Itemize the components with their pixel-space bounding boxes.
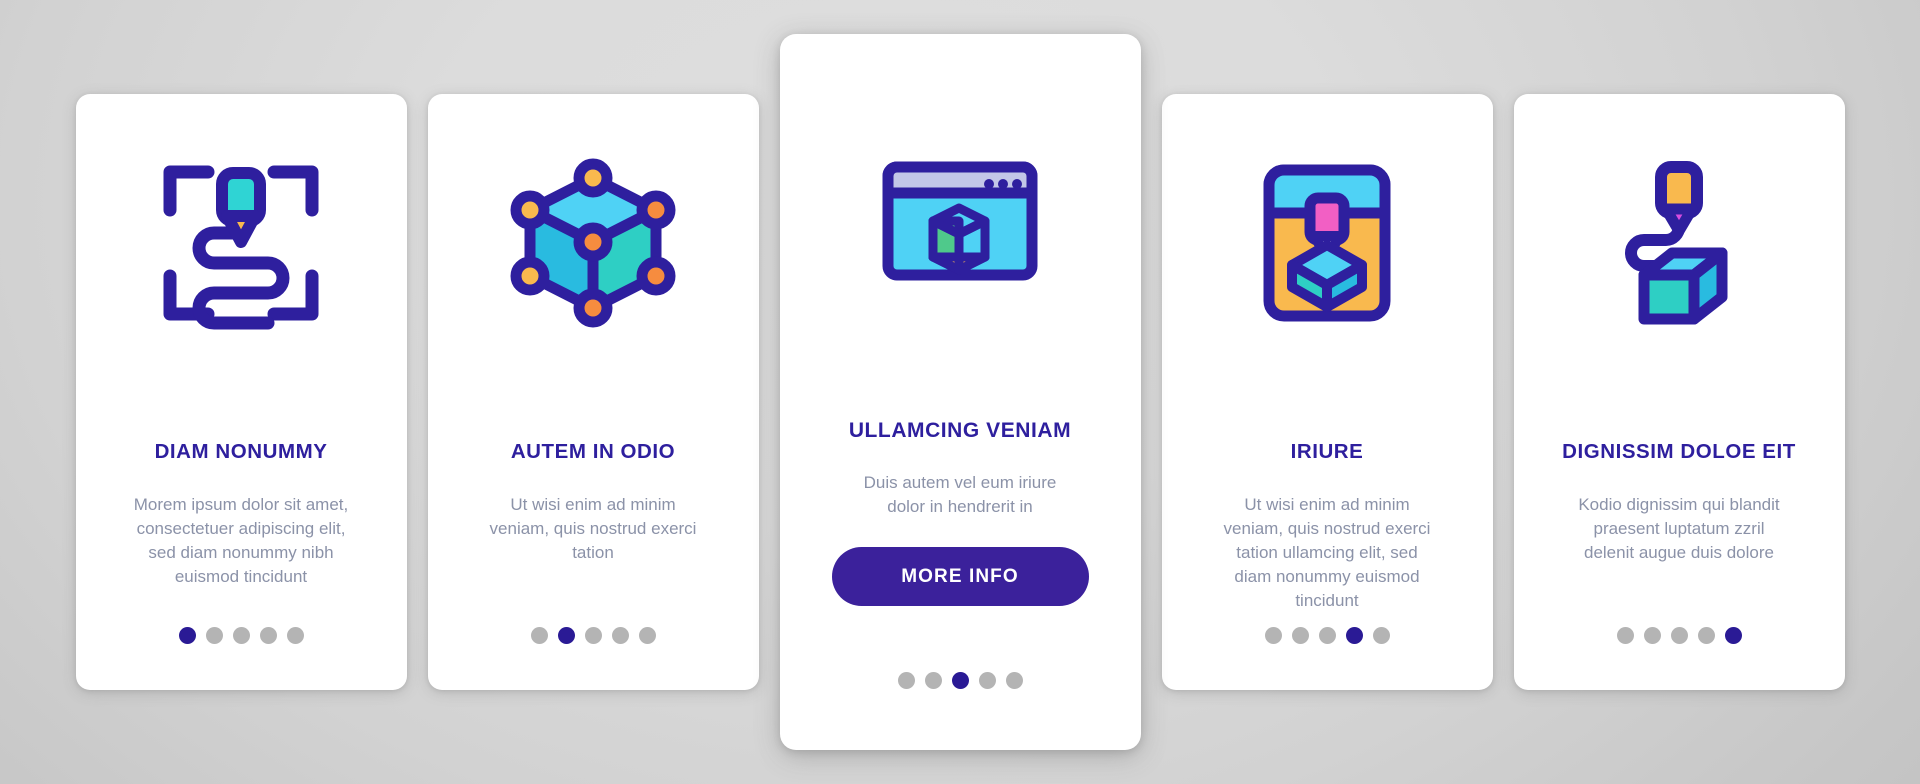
pagination-dot[interactable] — [178, 627, 196, 644]
pagination-dots[interactable] — [1162, 627, 1493, 644]
more-info-button[interactable]: MORE INFO — [831, 547, 1089, 607]
pagination-dot[interactable] — [1670, 627, 1688, 644]
pagination-dot[interactable] — [1264, 627, 1282, 644]
pagination-dot[interactable] — [978, 672, 996, 689]
pagination-dot[interactable] — [1291, 627, 1309, 644]
pagination-dot[interactable] — [951, 672, 969, 689]
pagination-dot[interactable] — [557, 627, 575, 644]
pagination-dot[interactable] — [1372, 627, 1390, 644]
card-title: DIGNISSIM DOLOE EIT — [1562, 440, 1796, 463]
pagination-dot[interactable] — [897, 672, 915, 689]
onboarding-card-autem-in-odio[interactable]: AUTEM IN ODIO Ut wisi enim ad minim veni… — [427, 94, 759, 690]
onboarding-card-ullamcing-veniam[interactable]: ULLAMCING VENIAM Duis autem vel eum iriu… — [779, 34, 1141, 750]
extruder-cube-icon — [1514, 138, 1845, 348]
printer-cube-icon — [1162, 138, 1493, 348]
pagination-dot[interactable] — [1318, 627, 1336, 644]
pagination-dot[interactable] — [584, 627, 602, 644]
onboarding-card-diam-nonummy[interactable]: DIAM NONUMMY Morem ipsum dolor sit amet,… — [75, 94, 407, 690]
onboarding-screens-stage: DIAM NONUMMY Morem ipsum dolor sit amet,… — [0, 0, 1920, 784]
pagination-dot[interactable] — [1697, 627, 1715, 644]
pagination-dot[interactable] — [205, 627, 223, 644]
pagination-dots[interactable] — [780, 672, 1141, 689]
pagination-dot[interactable] — [611, 627, 629, 644]
cube-nodes-icon — [428, 138, 759, 348]
onboarding-card-iriure[interactable]: IRIURE Ut wisi enim ad minim veniam, qui… — [1161, 94, 1493, 690]
pagination-dot[interactable] — [1724, 627, 1742, 644]
card-title: ULLAMCING VENIAM — [848, 419, 1072, 442]
pagination-dot[interactable] — [259, 627, 277, 644]
pagination-dot[interactable] — [1616, 627, 1634, 644]
card-carousel: DIAM NONUMMY Morem ipsum dolor sit amet,… — [0, 0, 1920, 784]
pagination-dot[interactable] — [1345, 627, 1363, 644]
pagination-dot[interactable] — [286, 627, 304, 644]
pagination-dot[interactable] — [924, 672, 942, 689]
card-body: Ut wisi enim ad minim veniam, quis nostr… — [489, 494, 697, 562]
pagination-dot[interactable] — [530, 627, 548, 644]
card-title: AUTEM IN ODIO — [510, 440, 676, 463]
pagination-dot[interactable] — [638, 627, 656, 644]
onboarding-card-dignissim-doloe-eit[interactable]: DIGNISSIM DOLOE EIT Kodio dignissim qui … — [1513, 94, 1845, 690]
card-body: Ut wisi enim ad minim veniam, quis nostr… — [1223, 494, 1431, 611]
card-title: DIAM NONUMMY — [154, 440, 328, 463]
pagination-dot[interactable] — [1005, 672, 1023, 689]
pagination-dot[interactable] — [1643, 627, 1661, 644]
card-title: IRIURE — [1290, 440, 1364, 463]
card-body: Duis autem vel eum iriure dolor in hendr… — [863, 473, 1057, 517]
card-body: Morem ipsum dolor sit amet, consectetuer… — [133, 494, 349, 586]
browser-cube-icon — [780, 106, 1141, 336]
pagination-dots[interactable] — [76, 627, 407, 644]
pagination-dots[interactable] — [1514, 627, 1845, 644]
card-body: Kodio dignissim qui blandit praesent lup… — [1578, 494, 1780, 562]
print-scan-path-icon — [76, 138, 407, 348]
pagination-dots[interactable] — [428, 627, 759, 644]
pagination-dot[interactable] — [232, 627, 250, 644]
